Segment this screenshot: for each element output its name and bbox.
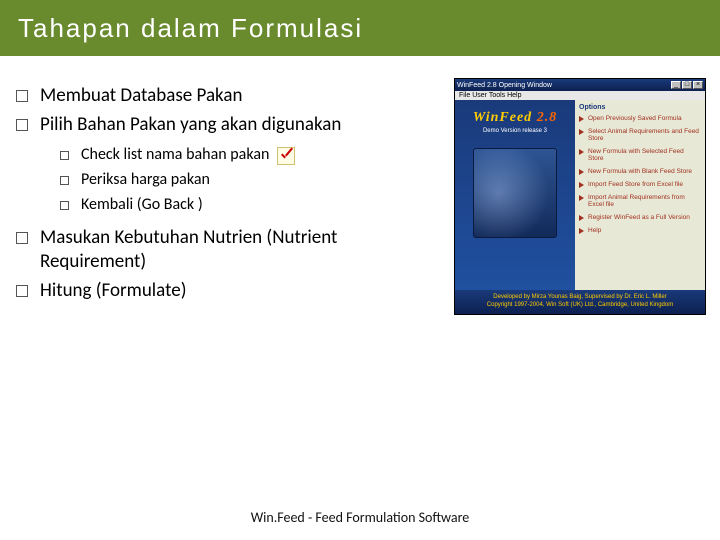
square-bullet-icon [60,201,69,210]
option-item[interactable]: Register WinFeed as a Full Version [579,214,701,221]
list-text: Pilih Bahan Pakan yang akan digunakan [40,113,341,138]
app-logo: WinFeed 2.8 [473,110,557,126]
triangle-icon [579,182,584,188]
list-text: Membuat Database Pakan [40,84,242,109]
triangle-icon [579,149,584,155]
app-title-text: WinFeed 2.8 Opening Window [457,82,552,89]
option-item[interactable]: Import Animal Requirements from Excel fi… [579,194,701,208]
app-titlebar: WinFeed 2.8 Opening Window _ □ × [455,79,705,91]
list-item: Check list nama bahan pakan [60,145,444,166]
main-bullet-list: Membuat Database Pakan Pilih Bahan Pakan… [16,84,444,137]
main-bullet-list-2: Masukan Kebutuhan Nutrien (Nutrient Requ… [16,226,444,304]
app-graphic-icon [473,148,557,238]
slide-footer: Win.Feed - Feed Formulation Software [0,509,720,526]
square-bullet-icon [16,285,28,297]
square-bullet-icon [16,232,28,244]
square-bullet-icon [60,151,69,160]
content-area: Membuat Database Pakan Pilih Bahan Pakan… [0,56,720,315]
app-options-panel: Options Open Previously Saved Formula Se… [575,100,705,290]
checkmark-icon [277,147,295,165]
list-text: Kembali (Go Back ) [81,195,203,216]
list-item: Kembali (Go Back ) [60,195,444,216]
list-item: Masukan Kebutuhan Nutrien (Nutrient Requ… [16,226,444,275]
sub-bullet-list: Check list nama bahan pakan Periksa harg… [60,145,444,215]
option-item[interactable]: Import Feed Store from Excel file [579,181,701,188]
triangle-icon [579,215,584,221]
list-item: Pilih Bahan Pakan yang akan digunakan [16,113,444,138]
option-item[interactable]: New Formula with Blank Feed Store [579,168,701,175]
list-text: Masukan Kebutuhan Nutrien (Nutrient Requ… [40,226,444,275]
triangle-icon [579,169,584,175]
square-bullet-icon [16,90,28,102]
app-left-panel: WinFeed 2.8 Demo Version release 3 [455,100,575,290]
slide-title: Tahapan dalam Formulasi [18,13,363,44]
option-item[interactable]: Open Previously Saved Formula [579,115,701,122]
app-window: WinFeed 2.8 Opening Window _ □ × File Us… [454,78,706,315]
app-demo-label: Demo Version release 3 [483,128,547,134]
text-column: Membuat Database Pakan Pilih Bahan Pakan… [10,78,444,315]
triangle-icon [579,129,584,135]
app-body: WinFeed 2.8 Demo Version release 3 Optio… [455,100,705,290]
options-heading: Options [579,104,701,111]
maximize-icon[interactable]: □ [682,81,692,89]
window-buttons: _ □ × [671,81,703,89]
square-bullet-icon [16,119,28,131]
close-icon[interactable]: × [693,81,703,89]
app-footer: Developed by Mirza Younas Baig, Supervis… [455,290,705,314]
triangle-icon [579,195,584,201]
list-item: Periksa harga pakan [60,170,444,191]
list-text: Hitung (Formulate) [40,279,186,304]
option-item[interactable]: Select Animal Requirements and Feed Stor… [579,128,701,142]
minimize-icon[interactable]: _ [671,81,681,89]
option-item[interactable]: New Formula with Selected Feed Store [579,148,701,162]
title-bar: Tahapan dalam Formulasi [0,0,720,56]
list-item: Hitung (Formulate) [16,279,444,304]
screenshot-column: WinFeed 2.8 Opening Window _ □ × File Us… [454,78,710,315]
app-menubar[interactable]: File User Tools Help [455,91,705,100]
list-item: Membuat Database Pakan [16,84,444,109]
triangle-icon [579,228,584,234]
option-item[interactable]: Help [579,227,701,234]
square-bullet-icon [60,176,69,185]
triangle-icon [579,116,584,122]
list-text: Check list nama bahan pakan [81,145,295,166]
list-text: Periksa harga pakan [81,170,210,191]
